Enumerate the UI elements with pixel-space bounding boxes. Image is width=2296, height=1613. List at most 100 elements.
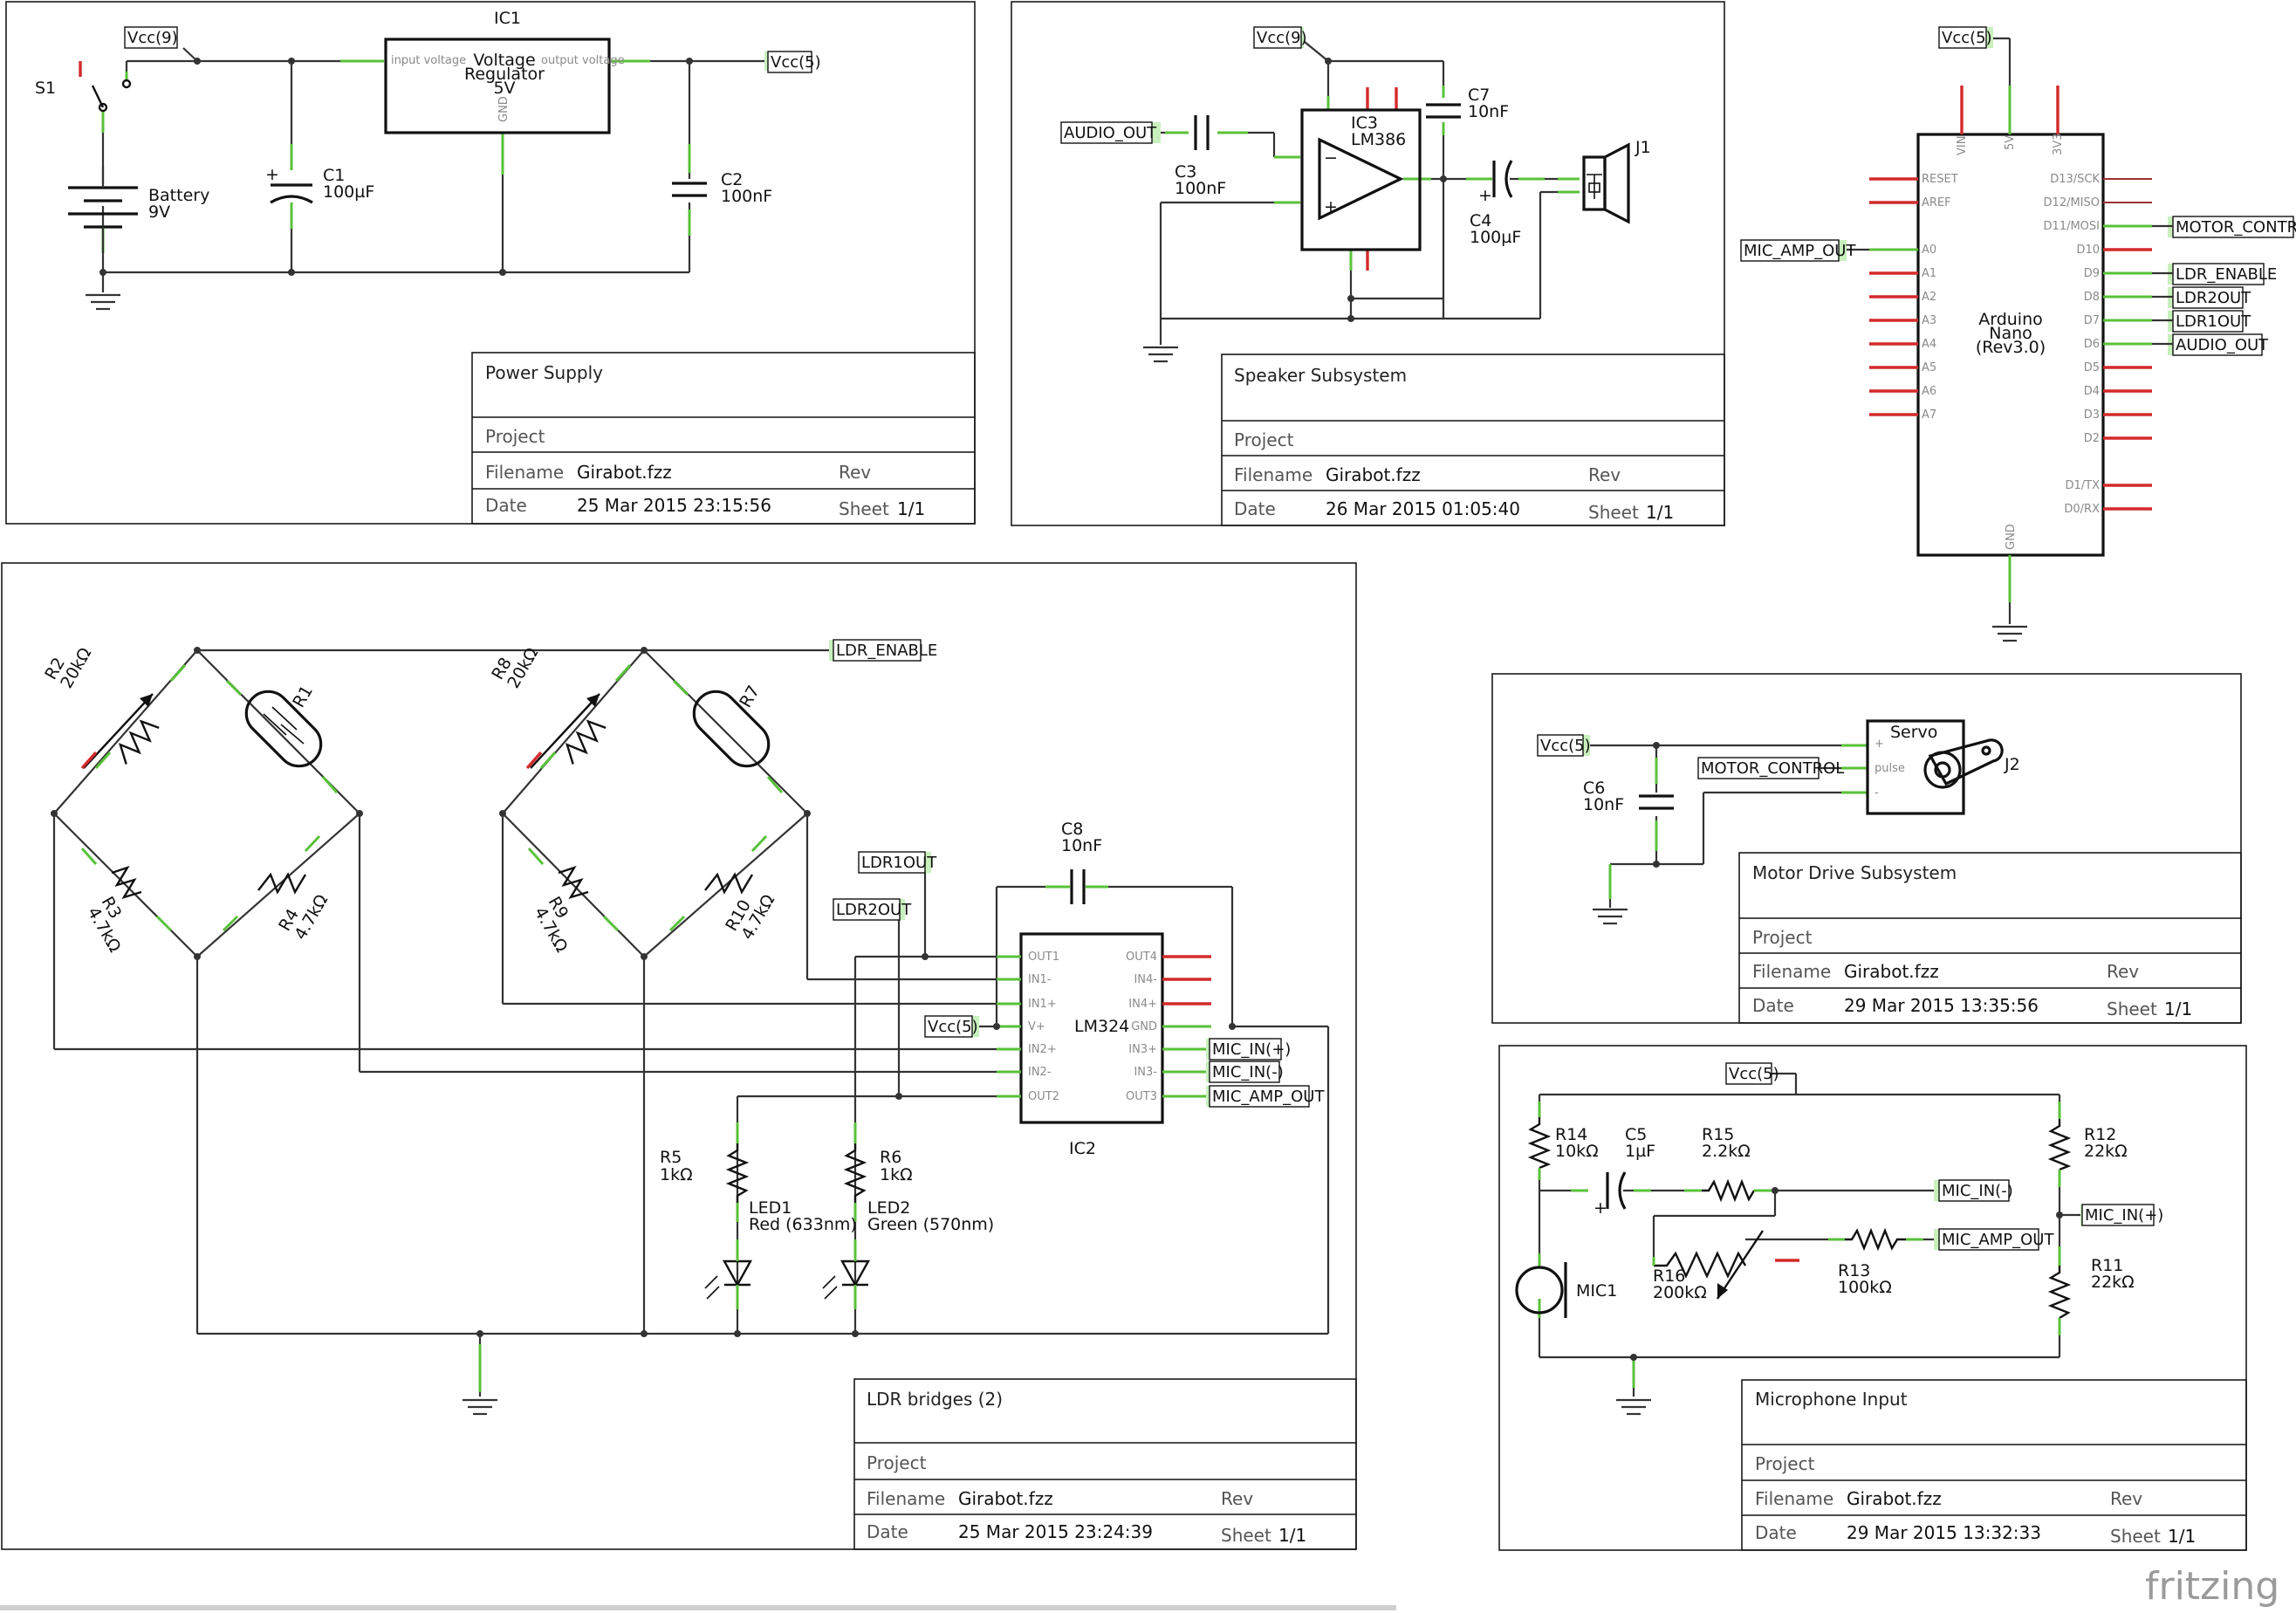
- j1-label: J1: [1635, 138, 1651, 157]
- svg-text:D11/MOSI: D11/MOSI: [2044, 220, 2100, 233]
- ground-icon: [86, 293, 120, 311]
- resistor-r14: [1527, 1117, 1552, 1170]
- svg-text:LDR2OUT: LDR2OUT: [836, 901, 912, 919]
- svg-text:D1/TX: D1/TX: [2065, 479, 2100, 492]
- c8-value: 10nF: [1061, 836, 1102, 855]
- r5-label: R5: [660, 1148, 682, 1167]
- title-block-mic: Microphone Input Project Filename Girabo…: [1741, 1379, 2247, 1551]
- capacitor-c3: [1194, 115, 1210, 150]
- rev-label: Rev: [839, 462, 871, 483]
- ground-icon: [1992, 625, 2027, 642]
- filename-value: Girabot.fzz: [1326, 464, 1421, 485]
- title-block-power: Power Supply Project Filename Girabot.fz…: [471, 352, 976, 525]
- svg-text:+: +: [1324, 197, 1338, 216]
- capacitor-c6: [1639, 794, 1674, 810]
- title-block-title: Power Supply: [485, 362, 603, 383]
- resistor-r9: [558, 865, 589, 900]
- svg-text:IN2+: IN2+: [1028, 1043, 1057, 1056]
- r5-value: 1kΩ: [660, 1165, 693, 1184]
- filename-label: Filename: [1755, 1488, 1833, 1509]
- svg-text:Vcc(5): Vcc(5): [1942, 29, 1992, 47]
- date-value: 26 Mar 2015 01:05:40: [1326, 498, 1520, 519]
- ldr-bridges-circuit: R2 20kΩ R1 R3 4.7kΩ R4 4.7kΩ R8 20kΩ R7 …: [41, 639, 1330, 1416]
- svg-text:D2: D2: [2084, 432, 2100, 445]
- s1-label: S1: [35, 79, 56, 98]
- svg-text:A6: A6: [1922, 385, 1936, 398]
- ground-icon: [1143, 346, 1178, 363]
- pin-label-input: input voltage: [391, 54, 466, 67]
- r13-value: 100kΩ: [1838, 1278, 1892, 1297]
- svg-text:D8: D8: [2084, 291, 2100, 304]
- svg-text:D12/MISO: D12/MISO: [2044, 196, 2100, 209]
- sheet-label: Sheet: [839, 498, 889, 519]
- speaker-icon: [1582, 142, 1630, 224]
- svg-text:D4: D4: [2084, 385, 2100, 398]
- svg-text:MIC_AMP_OUT: MIC_AMP_OUT: [1744, 242, 1856, 260]
- svg-text:IN1+: IN1+: [1028, 998, 1057, 1011]
- sheet-label: Sheet: [2110, 1526, 2161, 1547]
- sheet-value: 1/1: [1646, 502, 1674, 523]
- resistor-r2: [118, 719, 160, 765]
- project-label: Project: [867, 1452, 927, 1473]
- c6-value: 10nF: [1583, 795, 1624, 814]
- svg-text:AREF: AREF: [1922, 196, 1951, 209]
- net-label-vcc9-power: Vcc(9): [124, 26, 178, 49]
- svg-text:IN3-: IN3-: [1134, 1066, 1157, 1079]
- led1-value: Red (633nm): [749, 1215, 857, 1234]
- svg-text:+: +: [1593, 1198, 1607, 1218]
- r12-value: 22kΩ: [2084, 1142, 2128, 1161]
- net-label-mic-in-neg-mic: MIC_IN(-): [1934, 1179, 2013, 1202]
- led2-value: Green (570nm): [867, 1215, 994, 1234]
- svg-text:RESET: RESET: [1922, 173, 1958, 186]
- r6-value: 1kΩ: [880, 1165, 913, 1184]
- filename-label: Filename: [867, 1488, 945, 1509]
- net-label-motor-control-arduino: MOTOR_CONTROL: [2168, 216, 2296, 238]
- power-supply-circuit: input voltage output voltage GND Voltage…: [35, 9, 821, 311]
- svg-text:+: +: [265, 165, 279, 184]
- svg-text:D7: D7: [2084, 314, 2100, 327]
- photoresistor-r1: [244, 690, 323, 768]
- net-label-vcc5-power: Vcc(5): [764, 51, 821, 73]
- svg-text:D13/SCK: D13/SCK: [2050, 173, 2100, 186]
- net-label-vcc5-arduino: Vcc(5): [1938, 26, 1993, 49]
- capacitor-c1: +: [265, 165, 313, 204]
- j2-label: J2: [2004, 755, 2020, 774]
- svg-text:-: -: [1874, 786, 1879, 800]
- svg-text:A1: A1: [1922, 267, 1936, 280]
- svg-text:LDR1OUT: LDR1OUT: [861, 854, 937, 872]
- project-label: Project: [1755, 1453, 1815, 1474]
- svg-text:+: +: [1478, 186, 1492, 205]
- battery-voltage: 9V: [148, 202, 170, 222]
- sheet-value: 1/1: [2168, 1526, 2196, 1547]
- svg-text:AUDIO_OUT: AUDIO_OUT: [2176, 336, 2269, 354]
- sheet-value: 1/1: [2164, 999, 2192, 1019]
- svg-text:LDR_ENABLE: LDR_ENABLE: [2176, 265, 2277, 284]
- photoresistor-r7: [692, 690, 771, 768]
- c5-value: 1µF: [1625, 1142, 1655, 1161]
- r15-value: 2.2kΩ: [1702, 1142, 1751, 1161]
- svg-text:OUT4: OUT4: [1126, 951, 1157, 964]
- svg-text:MIC_IN(-): MIC_IN(-): [1942, 1182, 2013, 1200]
- filename-label: Filename: [1752, 961, 1831, 982]
- svg-text:VIN: VIN: [1956, 136, 1969, 155]
- svg-text:MOTOR_CONTROL: MOTOR_CONTROL: [2176, 218, 2296, 237]
- ic1-label: IC1: [494, 9, 521, 28]
- schematic-canvas: Power Supply Project Filename Girabot.fz…: [0, 1, 2296, 1610]
- svg-text:IN4+: IN4+: [1128, 998, 1157, 1011]
- pin-label-gnd: GND: [497, 96, 511, 122]
- title-block-title: LDR bridges (2): [867, 1389, 1003, 1410]
- pin-label-output: output voltage: [541, 54, 625, 67]
- rev-label: Rev: [1588, 464, 1621, 485]
- project-label: Project: [1752, 927, 1813, 948]
- filename-value: Girabot.fzz: [958, 1488, 1053, 1509]
- svg-text:+: +: [1874, 738, 1884, 751]
- filename-value: Girabot.fzz: [1847, 1488, 1942, 1509]
- resistor-r8: [565, 719, 607, 765]
- svg-text:A4: A4: [1922, 338, 1936, 351]
- svg-text:D10: D10: [2076, 244, 2100, 257]
- svg-text:A2: A2: [1922, 291, 1936, 304]
- svg-text:5V: 5V: [2004, 135, 2017, 150]
- title-block-motor: Motor Drive Subsystem Project Filename G…: [1738, 852, 2242, 1024]
- rev-label: Rev: [2107, 961, 2139, 982]
- sheet-label: Sheet: [1588, 502, 1639, 523]
